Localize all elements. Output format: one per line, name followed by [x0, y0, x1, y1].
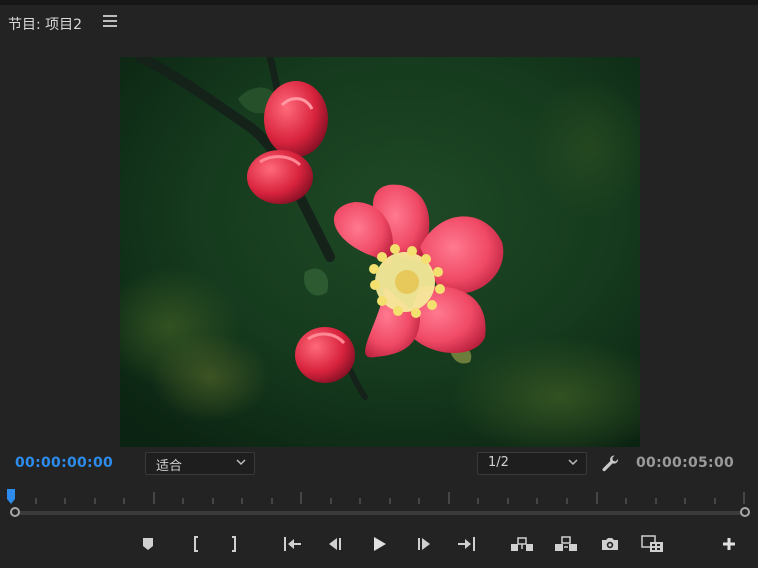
plus-icon: [723, 538, 735, 550]
mark-in-icon: [194, 536, 198, 552]
lift-button[interactable]: [509, 530, 535, 558]
mark-in-button[interactable]: [182, 530, 208, 558]
button-editor-button[interactable]: [716, 530, 742, 558]
step-forward-button[interactable]: [411, 530, 437, 558]
panel-title[interactable]: 节目: 项目2: [8, 14, 82, 34]
go-to-in-button[interactable]: [279, 530, 305, 558]
scrollbar-left-handle[interactable]: [10, 507, 20, 517]
export-frame-button[interactable]: [597, 530, 623, 558]
comparison-view-icon: [641, 535, 663, 552]
go-to-in-icon: [284, 537, 301, 551]
comparison-view-button[interactable]: [640, 530, 666, 558]
extract-icon: [555, 536, 577, 551]
playhead[interactable]: [6, 489, 16, 505]
scrollbar-track[interactable]: [16, 511, 744, 515]
play-icon: [374, 537, 386, 551]
time-ruler[interactable]: [0, 482, 758, 506]
go-to-out-button[interactable]: [454, 530, 480, 558]
zoom-level-dropdown[interactable]: 适合: [145, 452, 255, 475]
extract-button[interactable]: [553, 530, 579, 558]
current-timecode[interactable]: 00:00:00:00: [15, 455, 113, 471]
wrench-settings-icon[interactable]: [600, 453, 620, 473]
step-forward-icon: [418, 538, 430, 550]
playback-resolution-dropdown[interactable]: 1/2: [477, 452, 587, 475]
zoom-scrollbar[interactable]: [10, 507, 750, 519]
duration-timecode: 00:00:05:00: [636, 455, 735, 471]
flower-frame-image: [120, 57, 640, 447]
chevron-down-icon: [236, 459, 246, 466]
go-to-out-icon: [458, 537, 475, 551]
lift-icon: [511, 537, 533, 551]
scrollbar-right-handle[interactable]: [740, 507, 750, 517]
mark-out-button[interactable]: [222, 530, 248, 558]
add-marker-icon: [143, 538, 153, 550]
play-button[interactable]: [366, 530, 392, 558]
transport-controls: [0, 530, 758, 560]
chevron-down-icon: [568, 459, 578, 466]
zoom-level-value: 适合: [156, 459, 183, 474]
mark-out-icon: [232, 536, 236, 552]
playback-resolution-value: 1/2: [488, 455, 509, 470]
hamburger-menu-icon[interactable]: [103, 15, 117, 28]
step-back-icon: [329, 538, 341, 550]
program-monitor-viewer: [120, 57, 640, 447]
panel-header: 节目: 项目2: [0, 5, 758, 39]
add-marker-button[interactable]: [135, 530, 161, 558]
camera-icon: [602, 538, 618, 550]
step-back-button[interactable]: [322, 530, 348, 558]
